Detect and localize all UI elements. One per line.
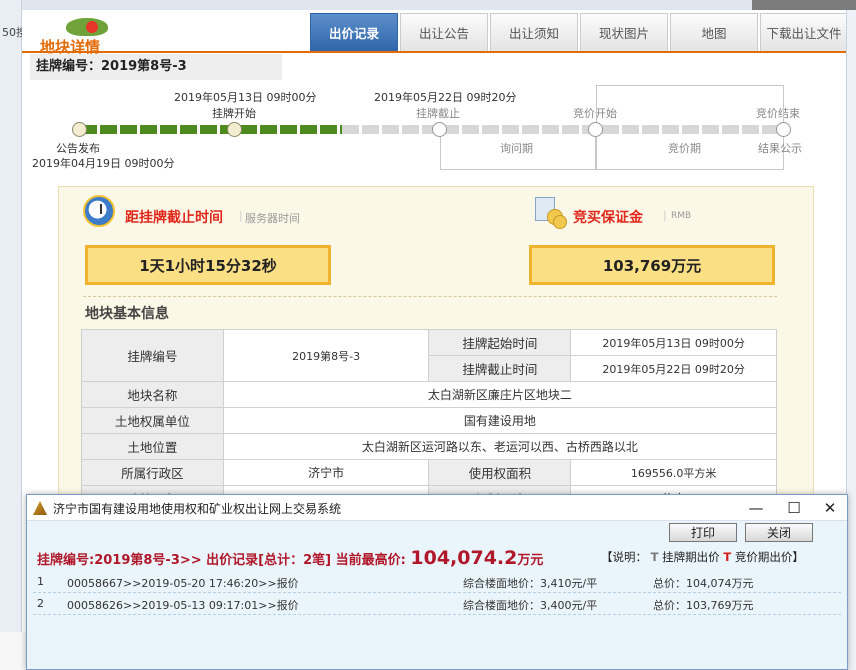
district-label: 所属行政区 [81,459,224,486]
owner-label: 土地权属单位 [81,407,224,434]
publish-date: 2019年04月19日 09时00分 [32,157,175,170]
listing-end-label: 挂牌截止 [416,107,460,120]
record-detail: 00058667>>2019-05-20 17:46:20>>报价 [67,577,299,590]
legend-prefix: 【说明： [601,550,647,564]
record-detail: 00058626>>2019-05-13 09:17:01>>报价 [67,599,299,612]
deposit-title: 竞买保证金 [573,210,643,226]
tab-download-files[interactable]: 下载出让文件 [760,13,846,51]
bid-records-window: 济宁市国有建设用地使用权和矿业权出让网上交易系统 — ☐ ✕ 打印 关闭 挂牌编… [26,494,848,670]
table-row: 所属行政区 济宁市 使用权面积 169556.0平方米 [81,459,777,486]
tab-bar: 出价记录 出让公告 出让须知 现状图片 地图 下载出让文件 [310,13,846,51]
minimize-icon[interactable]: — [737,495,775,521]
area-value: 169556.0平方米 [570,459,777,486]
window-title: 济宁市国有建设用地使用权和矿业权出让网上交易系统 [53,502,342,516]
table-row: 地块名称 太白湖新区廉庄片区地块二 [81,381,778,408]
publish-label: 公告发布 [56,142,100,155]
record-row: 1 00058667>>2019-05-20 17:46:20>>报价 综合楼面… [33,571,841,593]
tab-bid-records[interactable]: 出价记录 [310,13,398,51]
listing-end-date: 2019年05月22日 09时20分 [374,91,517,104]
legend-listing-text: 挂牌期出价 [662,550,720,564]
ladybug-icon [86,21,98,33]
countdown-title: 距挂牌截止时间 [125,210,223,226]
publish-node [72,122,87,137]
tab-notice[interactable]: 出让须知 [490,13,578,51]
listing-end-node [432,122,447,137]
name-label: 地块名称 [81,381,224,408]
legend: 【说明： T 挂牌期出价 T 竞价期出价】 [601,549,804,565]
code-value: 2019第8号-3 [222,329,430,382]
price-unit: 万元 [517,553,544,568]
deposit-sub: RMB [671,211,692,221]
records-header: 挂牌编号:2019第8号-3>> 出价记录[总计：2笔] 当前最高价: 104,… [37,547,543,569]
close-icon[interactable]: ✕ [811,495,849,521]
tab-photos[interactable]: 现状图片 [580,13,668,51]
bidding-period-label: 竞价期 [668,142,701,155]
listing-bid-icon: T [650,550,659,564]
district-value: 济宁市 [222,459,430,486]
separator-2: | [663,209,667,222]
location-label: 土地位置 [81,433,224,460]
info-title: 地块基本信息 [85,306,169,322]
background-window-left [0,0,22,670]
highest-price: 104,074.2 [410,547,518,569]
end-value: 2019年05月22日 09时20分 [570,355,777,382]
countdown-value: 1天1小时15分32秒 [85,245,331,285]
code-label: 挂牌编号 [81,329,224,382]
table-row: 挂牌编号 2019第8号-3 挂牌起始时间 2019年05月13日 09时00分 [81,329,777,382]
legend-bidding-text: 竞价期出价】 [734,550,804,564]
listing-code: 挂牌编号：2019第8号-3 [30,54,282,80]
record-row: 2 00058626>>2019-05-13 09:17:01>>报价 综合楼面… [33,593,841,615]
owner-value: 国有建设用地 [222,407,778,434]
countdown-sub: 服务器时间 [245,212,300,225]
tab-underline [22,51,846,53]
background-titlebar [752,0,856,10]
record-no: 2 [37,597,44,610]
logo: 地块详情 [36,16,156,56]
result-notice-label: 结果公示 [758,142,802,155]
inquiry-period-label: 询问期 [500,142,533,155]
location-value: 太白湖新区运河路以东、老运河以西、古桥西路以北 [222,433,778,460]
start-label: 挂牌起始时间 [428,329,572,356]
records-header-text: 挂牌编号:2019第8号-3>> 出价记录[总计：2笔] 当前最高价: [37,553,406,568]
deposit-value: 103,769万元 [529,245,775,285]
record-total: 总价：103,769万元 [653,599,754,612]
close-button[interactable]: 关闭 [745,523,813,542]
listing-start-label: 挂牌开始 [212,107,256,120]
end-label: 挂牌截止时间 [428,355,572,382]
land-info-table: 挂牌编号 2019第8号-3 挂牌起始时间 2019年05月13日 09时00分… [81,329,778,512]
tab-map[interactable]: 地图 [670,13,758,51]
money-icon [533,195,567,229]
record-no: 1 [37,575,44,588]
record-unit-price: 综合楼面地价：3,410元/平 [463,577,598,590]
maximize-icon[interactable]: ☐ [775,495,813,521]
name-value: 太白湖新区廉庄片区地块二 [222,381,778,408]
bidding-end-node [776,122,791,137]
area-label: 使用权面积 [428,459,572,486]
bidding-start-node [588,122,603,137]
background-window-top [0,0,856,10]
table-row: 土地权属单位 国有建设用地 [81,407,778,434]
print-button[interactable]: 打印 [669,523,737,542]
window-titlebar: 济宁市国有建设用地使用权和矿业权出让网上交易系统 — ☐ ✕ [27,495,847,521]
clock-icon [83,195,115,227]
listing-start-node [227,122,242,137]
bidding-bid-icon: T [723,550,732,564]
toolbar: 打印 关闭 [27,521,847,543]
record-total: 总价：104,074万元 [653,577,754,590]
divider [83,296,777,297]
separator: | [239,209,243,222]
app-icon [33,501,47,515]
timeline-progress-remaining [342,125,784,134]
record-unit-price: 综合楼面地价：3,400元/平 [463,599,598,612]
timeline-progress-done [80,125,342,134]
start-value: 2019年05月13日 09时00分 [570,329,777,356]
listing-start-date: 2019年05月13日 09时00分 [174,91,317,104]
tab-announcement[interactable]: 出让公告 [400,13,488,51]
table-row: 土地位置 太白湖新区运河路以东、老运河以西、古桥西路以北 [81,433,778,460]
